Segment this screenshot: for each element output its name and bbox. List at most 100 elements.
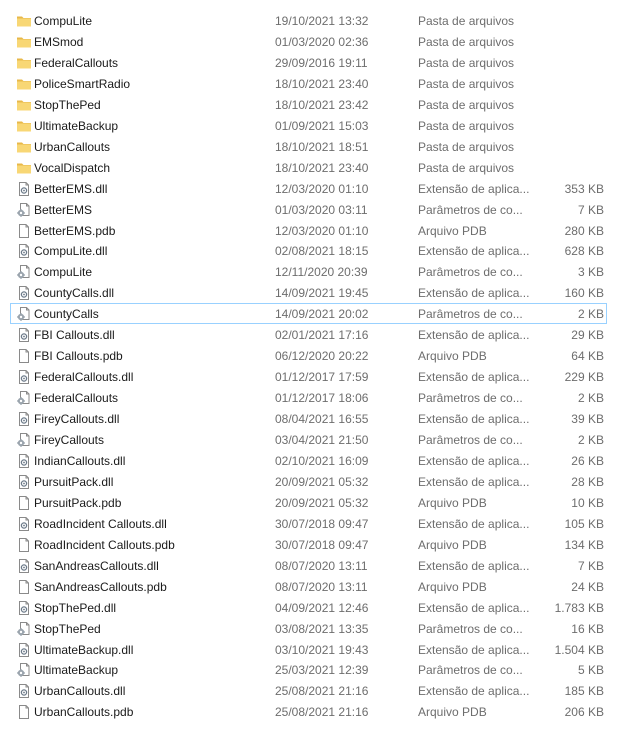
dll-file-icon: [16, 558, 32, 574]
file-size: 28 KB: [571, 475, 604, 489]
file-row[interactable]: CompuLite 12/11/2020 20:39 Parâmetros de c…: [10, 261, 607, 282]
file-type: Extensão de aplica...: [418, 454, 530, 468]
file-row[interactable]: PursuitPack.dll 20/09/2021 05:32 Extensão …: [10, 471, 607, 492]
blank-file-icon: [16, 348, 32, 364]
file-type: Extensão de aplica...: [418, 182, 530, 196]
file-date-modified: 19/10/2021 13:32: [275, 14, 369, 28]
file-row-selected[interactable]: CountyCalls 14/09/2021 20:02 Parâmetros de…: [10, 303, 607, 324]
file-name: FireyCallouts: [34, 433, 105, 447]
file-size: 628 KB: [564, 244, 604, 258]
file-size: 29 KB: [571, 328, 604, 342]
file-size: 39 KB: [571, 412, 604, 426]
config-file-icon: [16, 202, 32, 218]
file-row[interactable]: UltimateBackup 25/03/2021 12:39 Parâmetros…: [10, 659, 607, 680]
file-row[interactable]: UrbanCallouts.dll 25/08/2021 21:16 Extensã…: [10, 680, 607, 701]
file-row[interactable]: RoadIncident Callouts.pdb 30/07/2018 09:4…: [10, 534, 607, 555]
config-file-icon: [16, 264, 32, 280]
file-row[interactable]: FireyCallouts.dll 08/04/2021 16:55 Extensã…: [10, 408, 607, 429]
folder-icon: [16, 160, 32, 176]
file-name: UltimateBackup: [34, 119, 119, 133]
dll-file-icon: [16, 243, 32, 259]
file-name: CompuLite: [34, 265, 93, 279]
file-date-modified: 14/09/2021 19:45: [275, 286, 369, 300]
config-file-icon: [16, 662, 32, 678]
file-name: StopThePed: [34, 98, 101, 112]
file-size: 160 KB: [564, 286, 604, 300]
config-file-icon: [16, 306, 32, 322]
file-row[interactable]: CompuLite 19/10/2021 13:32 Pasta de arquiv…: [10, 10, 607, 31]
file-date-modified: 01/03/2020 02:36: [275, 35, 369, 49]
config-file-icon: [16, 390, 32, 406]
file-row[interactable]: FederalCallouts.dll 01/12/2017 17:59 Exten…: [10, 366, 607, 387]
dll-file-icon: [16, 327, 32, 343]
dll-file-icon: [16, 181, 32, 197]
file-row[interactable]: SanAndreasCallouts.dll 08/07/2020 13:11 Ex…: [10, 555, 607, 576]
file-row[interactable]: FBI Callouts.pdb 06/12/2020 20:22 Arquivo …: [10, 345, 607, 366]
file-row[interactable]: UrbanCallouts.pdb 25/08/2021 21:16 Arquivo…: [10, 701, 607, 722]
file-size: 134 KB: [564, 538, 604, 552]
file-name: FederalCallouts: [34, 56, 119, 70]
file-size: 353 KB: [564, 182, 604, 196]
file-size: 3 KB: [577, 265, 604, 279]
file-type: Arquivo PDB: [418, 349, 487, 363]
file-date-modified: 02/10/2021 16:09: [275, 454, 369, 468]
file-type: Extensão de aplica...: [418, 517, 530, 531]
file-name: UltimateBackup: [34, 663, 119, 677]
file-size: 2 KB: [577, 307, 604, 321]
file-row[interactable]: CountyCalls.dll 14/09/2021 19:45 Extensão …: [10, 282, 607, 303]
dll-file-icon: [16, 642, 32, 658]
file-row[interactable]: PursuitPack.pdb 20/09/2021 05:32 Arquivo P…: [10, 492, 607, 513]
folder-icon: [16, 34, 32, 50]
file-row[interactable]: BetterEMS 01/03/2020 03:11 Parâmetros de c…: [10, 199, 607, 220]
file-row[interactable]: FireyCallouts 03/04/2021 21:50 Parâmetros …: [10, 429, 607, 450]
blank-file-icon: [16, 223, 32, 239]
file-date-modified: 25/08/2021 21:16: [275, 684, 369, 698]
file-row[interactable]: CompuLite.dll 02/08/2021 18:15 Extensão de…: [10, 240, 607, 261]
file-row[interactable]: EMSmod 01/03/2020 02:36 Pasta de arquivos: [10, 31, 607, 52]
file-type: Pasta de arquivos: [418, 35, 515, 49]
file-date-modified: 20/09/2021 05:32: [275, 475, 369, 489]
file-type: Parâmetros de co...: [418, 622, 523, 636]
file-name: CompuLite: [34, 14, 93, 28]
file-name: PursuitPack.pdb: [34, 496, 122, 510]
file-size: 10 KB: [571, 496, 604, 510]
dll-file-icon: [16, 453, 32, 469]
folder-icon: [16, 139, 32, 155]
file-row[interactable]: BetterEMS.pdb 12/03/2020 01:10 Arquivo PDB…: [10, 220, 607, 241]
file-date-modified: 08/04/2021 16:55: [275, 412, 369, 426]
file-type: Arquivo PDB: [418, 705, 487, 719]
config-file-icon: [16, 432, 32, 448]
file-type: Extensão de aplica...: [418, 643, 530, 657]
dll-file-icon: [16, 285, 32, 301]
file-type: Arquivo PDB: [418, 538, 487, 552]
file-row[interactable]: IndianCallouts.dll 02/10/2021 16:09 Extens…: [10, 450, 607, 471]
file-date-modified: 18/10/2021 23:40: [275, 77, 369, 91]
file-row[interactable]: FederalCallouts 29/09/2016 19:11 Pasta de …: [10, 52, 607, 73]
folder-icon: [16, 118, 32, 134]
file-size: 105 KB: [564, 517, 604, 531]
file-row[interactable]: VocalDispatch 18/10/2021 23:40 Pasta de ar…: [10, 157, 607, 178]
file-date-modified: 20/09/2021 05:32: [275, 496, 369, 510]
file-date-modified: 01/12/2017 18:06: [275, 391, 369, 405]
file-row[interactable]: BetterEMS.dll 12/03/2020 01:10 Extensão de…: [10, 178, 607, 199]
file-row[interactable]: StopThePed.dll 04/09/2021 12:46 Extensão d…: [10, 597, 607, 618]
file-row[interactable]: FBI Callouts.dll 02/01/2021 17:16 Extensão…: [10, 324, 607, 345]
file-type: Parâmetros de co...: [418, 265, 523, 279]
file-type: Pasta de arquivos: [418, 119, 515, 133]
file-date-modified: 14/09/2021 20:02: [275, 307, 369, 321]
file-row[interactable]: FederalCallouts 01/12/2017 18:06 Parâmetro…: [10, 387, 607, 408]
file-row[interactable]: StopThePed 18/10/2021 23:42 Pasta de arqui…: [10, 94, 607, 115]
file-row[interactable]: RoadIncident Callouts.dll 30/07/2018 09:4…: [10, 513, 607, 534]
folder-icon: [16, 13, 32, 29]
file-date-modified: 01/03/2020 03:11: [275, 203, 368, 217]
file-row[interactable]: UrbanCallouts 18/10/2021 18:51 Pasta de ar…: [10, 136, 607, 157]
file-size: 24 KB: [571, 580, 604, 594]
file-row[interactable]: SanAndreasCallouts.pdb 08/07/2020 13:11 Ar…: [10, 576, 607, 597]
file-type: Arquivo PDB: [418, 496, 487, 510]
file-row[interactable]: UltimateBackup.dll 03/10/2021 19:43 Extens…: [10, 639, 607, 660]
file-size: 2 KB: [577, 391, 604, 405]
file-row[interactable]: UltimateBackup 01/09/2021 15:03 Pasta de a…: [10, 115, 607, 136]
file-row[interactable]: PoliceSmartRadio 18/10/2021 23:40 Pasta de…: [10, 73, 607, 94]
file-row[interactable]: StopThePed 03/08/2021 13:35 Parâmetros de …: [10, 618, 607, 639]
file-type: Extensão de aplica...: [418, 475, 530, 489]
